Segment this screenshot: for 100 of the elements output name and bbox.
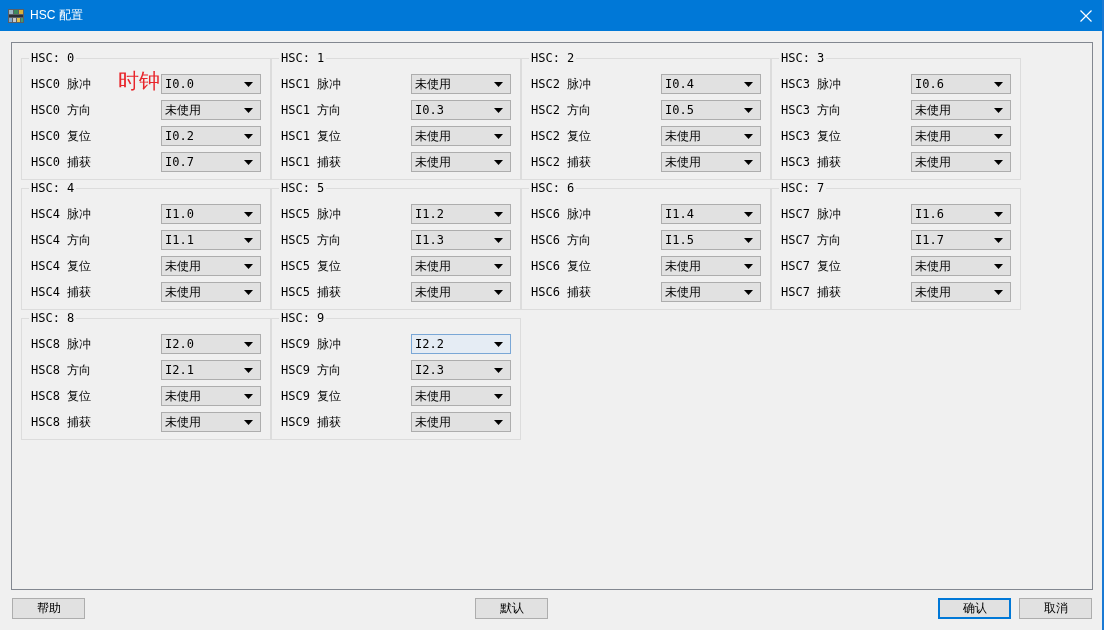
field-label: HSC1 方向 [281, 101, 342, 119]
field-label: HSC8 复位 [31, 387, 92, 405]
io-select[interactable]: I0.2 [161, 126, 261, 146]
io-select[interactable]: 未使用 [661, 152, 761, 172]
app-icon [8, 7, 24, 24]
caret-down-icon [494, 237, 503, 243]
io-select[interactable]: 未使用 [411, 386, 511, 406]
io-select[interactable]: 未使用 [161, 412, 261, 432]
group-title: HSC: 7 [780, 182, 826, 194]
io-select[interactable]: I1.6 [911, 204, 1011, 224]
io-select[interactable]: I2.3 [411, 360, 511, 380]
group-title: HSC: 6 [530, 182, 576, 194]
io-select[interactable]: 未使用 [161, 100, 261, 120]
field-label: HSC4 脉冲 [31, 205, 92, 223]
caret-down-icon [744, 159, 753, 165]
field-label: HSC1 复位 [281, 127, 342, 145]
close-button[interactable] [1078, 7, 1094, 24]
io-select[interactable]: 未使用 [911, 282, 1011, 302]
dialog-button[interactable]: 取消 [1019, 598, 1092, 619]
io-select[interactable]: I0.6 [911, 74, 1011, 94]
io-select[interactable]: 未使用 [411, 152, 511, 172]
io-select[interactable]: I1.0 [161, 204, 261, 224]
caret-down-icon [494, 133, 503, 139]
field-label: HSC9 脉冲 [281, 335, 342, 353]
io-select[interactable]: I1.3 [411, 230, 511, 250]
dialog-button[interactable]: 帮助 [12, 598, 85, 619]
field-label: HSC4 方向 [31, 231, 92, 249]
dialog-button[interactable]: 默认 [475, 598, 548, 619]
io-select[interactable]: I1.5 [661, 230, 761, 250]
io-select[interactable]: 未使用 [161, 256, 261, 276]
caret-down-icon [744, 237, 753, 243]
io-select[interactable]: 未使用 [911, 256, 1011, 276]
io-select[interactable]: I1.4 [661, 204, 761, 224]
field-label: HSC0 复位 [31, 127, 92, 145]
field-label: HSC4 捕获 [31, 283, 92, 301]
caret-down-icon [494, 367, 503, 373]
caret-down-icon [494, 211, 503, 217]
caret-down-icon [494, 393, 503, 399]
io-select[interactable]: 未使用 [161, 386, 261, 406]
caret-down-icon [994, 263, 1003, 269]
io-select[interactable]: 未使用 [661, 256, 761, 276]
io-select[interactable]: I1.2 [411, 204, 511, 224]
io-select[interactable]: 未使用 [411, 256, 511, 276]
group-title: HSC: 2 [530, 52, 576, 64]
caret-down-icon [244, 133, 253, 139]
caret-down-icon [494, 341, 503, 347]
io-select[interactable]: I0.5 [661, 100, 761, 120]
field-label: HSC8 捕获 [31, 413, 92, 431]
caret-down-icon [494, 81, 503, 87]
io-select[interactable]: I1.7 [911, 230, 1011, 250]
caret-down-icon [244, 341, 253, 347]
group-title: HSC: 3 [780, 52, 826, 64]
io-select[interactable]: 未使用 [411, 282, 511, 302]
io-select[interactable]: I1.1 [161, 230, 261, 250]
io-select[interactable]: 未使用 [911, 100, 1011, 120]
dialog-button[interactable]: 确认 [938, 598, 1011, 619]
caret-down-icon [994, 107, 1003, 113]
field-label: HSC3 复位 [781, 127, 842, 145]
field-label: HSC8 方向 [31, 361, 92, 379]
field-label: HSC3 捕获 [781, 153, 842, 171]
field-label: HSC3 方向 [781, 101, 842, 119]
caret-down-icon [244, 211, 253, 217]
caret-down-icon [244, 159, 253, 165]
io-select[interactable]: I0.7 [161, 152, 261, 172]
field-label: HSC7 捕获 [781, 283, 842, 301]
io-select[interactable]: I2.1 [161, 360, 261, 380]
caret-down-icon [744, 263, 753, 269]
io-select[interactable]: I2.2 [411, 334, 511, 354]
field-label: HSC9 捕获 [281, 413, 342, 431]
group-title: HSC: 8 [30, 312, 76, 324]
io-select[interactable]: 未使用 [911, 126, 1011, 146]
caret-down-icon [994, 133, 1003, 139]
io-select[interactable]: 未使用 [661, 282, 761, 302]
group-title: HSC: 0 [30, 52, 76, 64]
caret-down-icon [244, 393, 253, 399]
field-label: HSC8 脉冲 [31, 335, 92, 353]
field-label: HSC5 方向 [281, 231, 342, 249]
close-icon [1080, 9, 1092, 22]
field-label: HSC6 捕获 [531, 283, 592, 301]
field-label: HSC9 复位 [281, 387, 342, 405]
caret-down-icon [744, 81, 753, 87]
io-select[interactable]: 未使用 [411, 126, 511, 146]
io-select[interactable]: 未使用 [161, 282, 261, 302]
field-label: HSC1 脉冲 [281, 75, 342, 93]
io-select[interactable]: I0.4 [661, 74, 761, 94]
io-select[interactable]: I0.0 [161, 74, 261, 94]
group-title: HSC: 1 [280, 52, 326, 64]
caret-down-icon [244, 419, 253, 425]
io-select[interactable]: 未使用 [661, 126, 761, 146]
io-select[interactable]: 未使用 [411, 74, 511, 94]
field-label: HSC5 复位 [281, 257, 342, 275]
field-label: HSC7 脉冲 [781, 205, 842, 223]
field-label: HSC2 方向 [531, 101, 592, 119]
field-label: HSC7 方向 [781, 231, 842, 249]
io-select[interactable]: 未使用 [411, 412, 511, 432]
field-label: HSC0 捕获 [31, 153, 92, 171]
field-label: HSC6 方向 [531, 231, 592, 249]
io-select[interactable]: I0.3 [411, 100, 511, 120]
io-select[interactable]: I2.0 [161, 334, 261, 354]
io-select[interactable]: 未使用 [911, 152, 1011, 172]
